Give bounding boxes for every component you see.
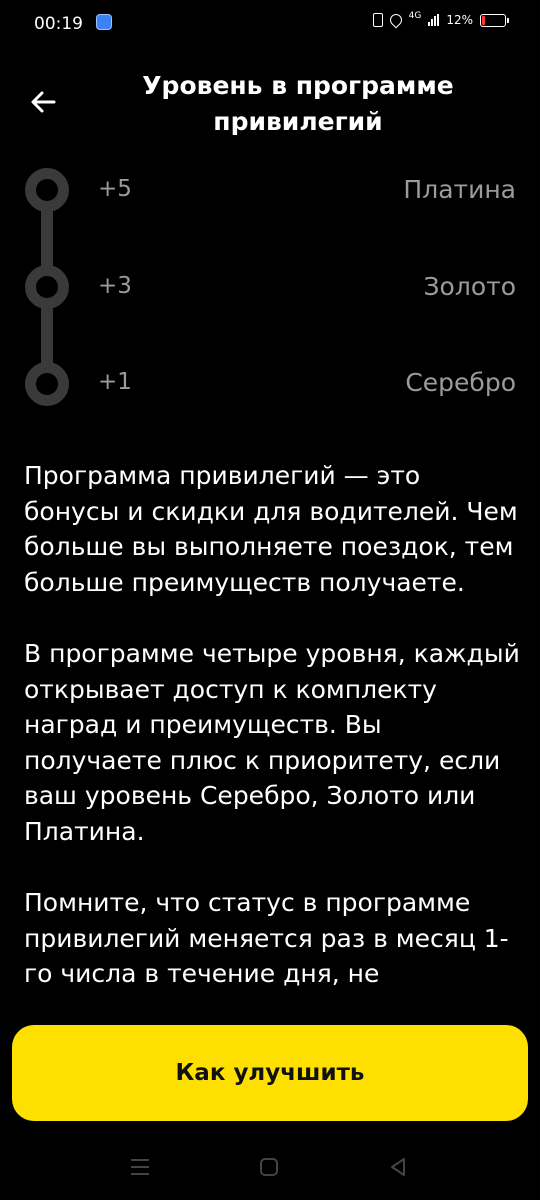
level-points: +1 (98, 369, 132, 395)
how-to-improve-button[interactable]: Как улучшить (12, 1025, 528, 1121)
scroll-fade (0, 990, 540, 1020)
battery-level (482, 15, 485, 25)
page-title: Уровень в программе привилегий (142, 71, 454, 136)
signal-icon (428, 14, 440, 26)
location-icon (387, 11, 405, 29)
level-node-icon (25, 362, 69, 406)
description-paragraph: Помните, что статус в программе привилег… (24, 888, 509, 988)
battery-icon (480, 13, 509, 27)
level-points: +3 (98, 273, 132, 299)
back-button[interactable] (24, 82, 64, 122)
level-node-icon (25, 265, 69, 309)
description-paragraph: Программа привилегий — это бонусы и скид… (24, 461, 518, 597)
level-points: +5 (98, 176, 132, 202)
status-icons: 4G 12% (372, 11, 509, 29)
description: Программа привилегий — это бонусы и скид… (24, 458, 520, 1013)
menu-icon[interactable] (131, 1159, 149, 1175)
vibrate-icon (372, 13, 383, 27)
level-name: Платина (403, 175, 516, 204)
status-bar: 00:19 4G 12% (0, 0, 540, 50)
home-icon[interactable] (260, 1158, 278, 1176)
level-name: Золото (423, 272, 516, 301)
status-time: 00:19 (34, 14, 83, 34)
network-type: 4G (408, 11, 422, 21)
system-nav-bar (0, 1140, 540, 1200)
level-node-icon (25, 168, 69, 212)
back-triangle-icon[interactable] (388, 1156, 408, 1178)
description-paragraph: В программе четыре уровня, каждый открыв… (24, 639, 520, 846)
battery-percent: 12% (446, 13, 473, 27)
arrow-left-icon (31, 91, 56, 113)
level-name: Серебро (405, 368, 516, 397)
app-notification-icon (96, 14, 112, 30)
levels-list: +5 Платина +3 Золото +1 Серебро (0, 160, 540, 420)
